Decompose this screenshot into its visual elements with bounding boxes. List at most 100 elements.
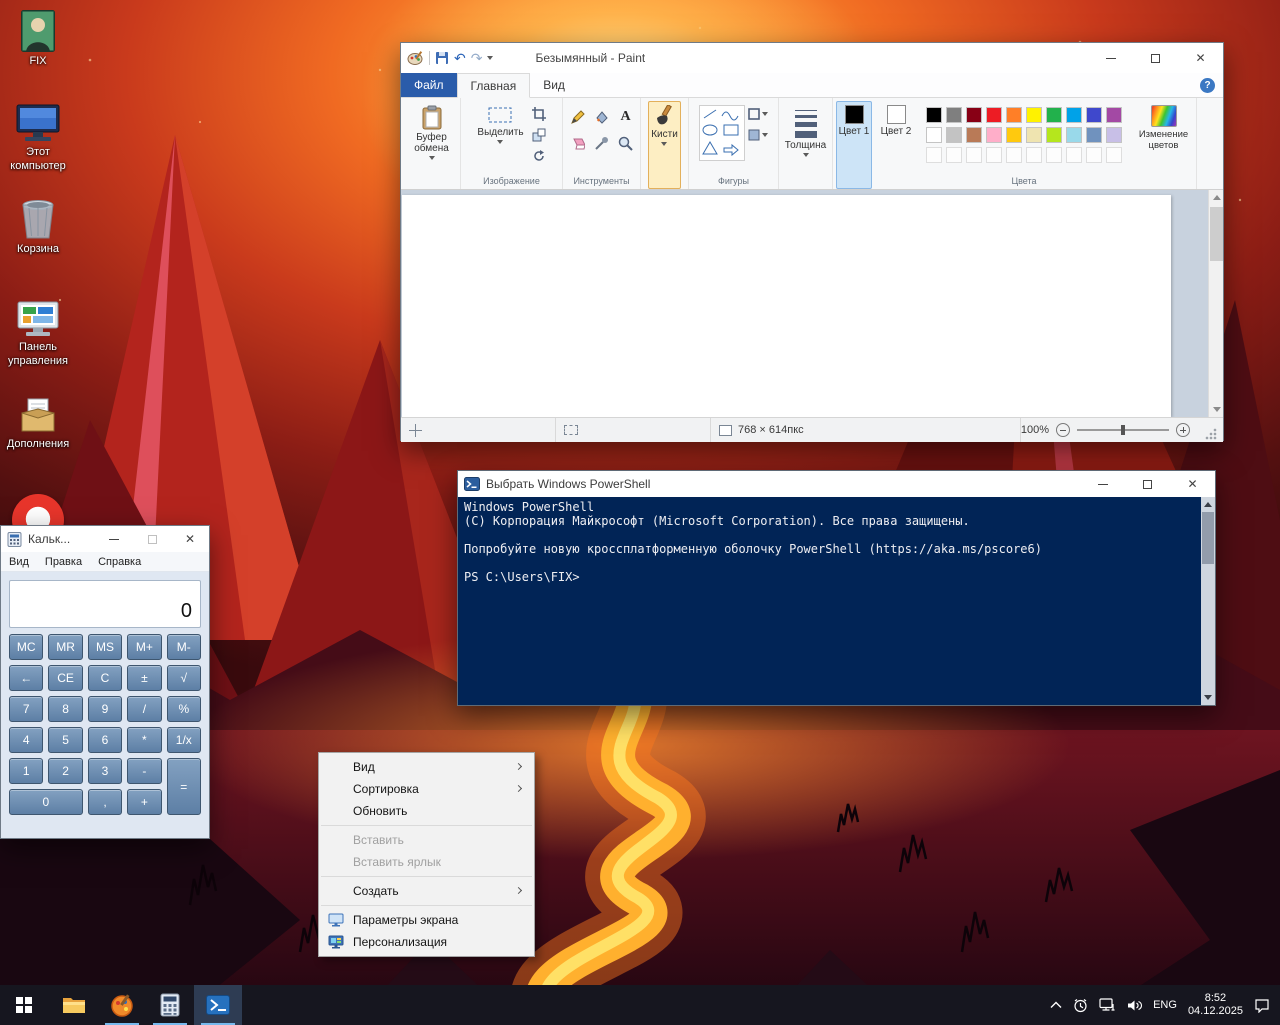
desktop-icon-fix[interactable]: FIX xyxy=(0,10,76,69)
text-tool[interactable]: A xyxy=(615,105,637,129)
paint-titlebar[interactable]: ↶ ↷ Безымянный - Paint ✕ xyxy=(401,43,1223,73)
context-menu-new[interactable]: Создать xyxy=(319,880,534,902)
calc-btn-backspace[interactable]: ← xyxy=(9,665,43,691)
palette-swatch[interactable] xyxy=(1066,107,1082,123)
calc-btn-plus[interactable]: + xyxy=(127,789,161,815)
minimize-button[interactable] xyxy=(1080,471,1125,497)
calc-btn-mr[interactable]: MR xyxy=(48,634,82,660)
hidden-icons-chevron[interactable] xyxy=(1050,1001,1062,1009)
calc-btn-7[interactable]: 7 xyxy=(9,696,43,722)
context-menu-display-settings[interactable]: Параметры экрана xyxy=(319,909,534,931)
shape-outline-button[interactable] xyxy=(748,105,768,123)
resize-grip[interactable] xyxy=(1203,426,1219,442)
color2-button[interactable]: Цвет 2 xyxy=(878,101,915,189)
calc-btn-sqrt[interactable]: √ xyxy=(167,665,201,691)
paint-vertical-scrollbar[interactable] xyxy=(1208,190,1223,417)
start-button[interactable] xyxy=(0,985,48,1025)
context-menu-sort[interactable]: Сортировка xyxy=(319,778,534,800)
scroll-down-button[interactable] xyxy=(1201,690,1215,705)
context-menu-personalize[interactable]: Персонализация xyxy=(319,931,534,953)
calc-btn-mc[interactable]: MC xyxy=(9,634,43,660)
edit-colors-button[interactable]: Изменение цветов xyxy=(1133,101,1194,189)
taskbar-paint[interactable] xyxy=(98,985,146,1025)
palette-swatch[interactable] xyxy=(946,107,962,123)
palette-swatch[interactable] xyxy=(986,147,1002,163)
calc-btn-multiply[interactable]: * xyxy=(127,727,161,753)
zoom-slider-thumb[interactable] xyxy=(1121,425,1125,435)
tab-home[interactable]: Главная xyxy=(457,73,531,98)
menu-help[interactable]: Справка xyxy=(90,556,149,568)
calc-btn-8[interactable]: 8 xyxy=(48,696,82,722)
palette-swatch[interactable] xyxy=(926,107,942,123)
palette-swatch[interactable] xyxy=(1046,127,1062,143)
context-menu-paste-shortcut[interactable]: Вставить ярлык xyxy=(319,851,534,873)
magnifier-tool[interactable] xyxy=(615,131,637,155)
maximize-button[interactable] xyxy=(1133,43,1178,73)
taskbar-clock[interactable]: 8:52 04.12.2025 xyxy=(1188,992,1243,1018)
close-button[interactable]: ✕ xyxy=(171,526,209,552)
calculator-titlebar[interactable]: Кальк... ✕ xyxy=(1,526,209,552)
calc-btn-2[interactable]: 2 xyxy=(48,758,82,784)
menu-edit[interactable]: Правка xyxy=(37,556,90,568)
palette-swatch[interactable] xyxy=(966,107,982,123)
palette-swatch[interactable] xyxy=(1006,107,1022,123)
eraser-tool[interactable] xyxy=(567,131,589,155)
calc-btn-mplus[interactable]: M+ xyxy=(127,634,161,660)
calc-btn-mminus[interactable]: M- xyxy=(167,634,201,660)
palette-swatch[interactable] xyxy=(946,147,962,163)
tab-view[interactable]: Вид xyxy=(530,73,578,97)
maximize-button[interactable] xyxy=(133,526,171,552)
palette-swatch[interactable] xyxy=(926,127,942,143)
minimize-button[interactable] xyxy=(95,526,133,552)
powershell-titlebar[interactable]: Выбрать Windows PowerShell ✕ xyxy=(458,471,1215,497)
palette-swatch[interactable] xyxy=(926,147,942,163)
paste-button[interactable]: Буфер обмена xyxy=(405,101,458,189)
calc-btn-negate[interactable]: ± xyxy=(127,665,161,691)
tab-file[interactable]: Файл xyxy=(401,73,457,97)
zoom-out-button[interactable] xyxy=(1056,423,1070,437)
save-icon[interactable] xyxy=(435,51,449,65)
zoom-slider[interactable] xyxy=(1077,429,1169,431)
undo-icon[interactable]: ↶ xyxy=(454,51,466,65)
context-menu-paste[interactable]: Вставить xyxy=(319,829,534,851)
shape-fill-button[interactable] xyxy=(748,126,768,144)
palette-swatch[interactable] xyxy=(1106,147,1122,163)
menu-view[interactable]: Вид xyxy=(1,556,37,568)
palette-swatch[interactable] xyxy=(1006,147,1022,163)
taskbar-file-explorer[interactable] xyxy=(50,985,98,1025)
calc-btn-ms[interactable]: MS xyxy=(88,634,122,660)
resize-button[interactable] xyxy=(529,126,549,144)
maximize-button[interactable] xyxy=(1125,471,1170,497)
calc-btn-6[interactable]: 6 xyxy=(88,727,122,753)
calc-btn-5[interactable]: 5 xyxy=(48,727,82,753)
volume-icon[interactable] xyxy=(1127,999,1142,1012)
palette-swatch[interactable] xyxy=(986,127,1002,143)
palette-swatch[interactable] xyxy=(1046,107,1062,123)
palette-swatch[interactable] xyxy=(1106,107,1122,123)
alarm-clock-icon[interactable] xyxy=(1073,998,1088,1013)
close-button[interactable]: ✕ xyxy=(1170,471,1215,497)
desktop-icon-this-pc[interactable]: Этот компьютер xyxy=(0,103,76,174)
shapes-gallery[interactable] xyxy=(699,105,745,161)
calc-btn-equals[interactable]: = xyxy=(167,758,201,815)
color1-button[interactable]: Цвет 1 xyxy=(836,101,873,189)
language-indicator[interactable]: ENG xyxy=(1153,999,1177,1011)
select-button[interactable]: Выделить xyxy=(474,101,526,174)
calc-btn-divide[interactable]: / xyxy=(127,696,161,722)
minimize-button[interactable] xyxy=(1088,43,1133,73)
brushes-button[interactable]: Кисти xyxy=(648,101,681,189)
palette-swatch[interactable] xyxy=(1026,107,1042,123)
calc-btn-3[interactable]: 3 xyxy=(88,758,122,784)
calc-btn-minus[interactable]: - xyxy=(127,758,161,784)
calc-btn-1[interactable]: 1 xyxy=(9,758,43,784)
qat-customize-caret[interactable] xyxy=(487,56,493,60)
palette-swatch[interactable] xyxy=(1006,127,1022,143)
scrollbar-thumb[interactable] xyxy=(1210,207,1223,261)
desktop-icon-addons[interactable]: Дополнения xyxy=(0,395,76,452)
palette-swatch[interactable] xyxy=(1106,127,1122,143)
thickness-button[interactable]: Толщина xyxy=(782,101,829,189)
powershell-scrollbar[interactable] xyxy=(1201,497,1215,705)
crop-button[interactable] xyxy=(529,105,549,123)
color-picker-tool[interactable] xyxy=(591,131,613,155)
calc-btn-4[interactable]: 4 xyxy=(9,727,43,753)
